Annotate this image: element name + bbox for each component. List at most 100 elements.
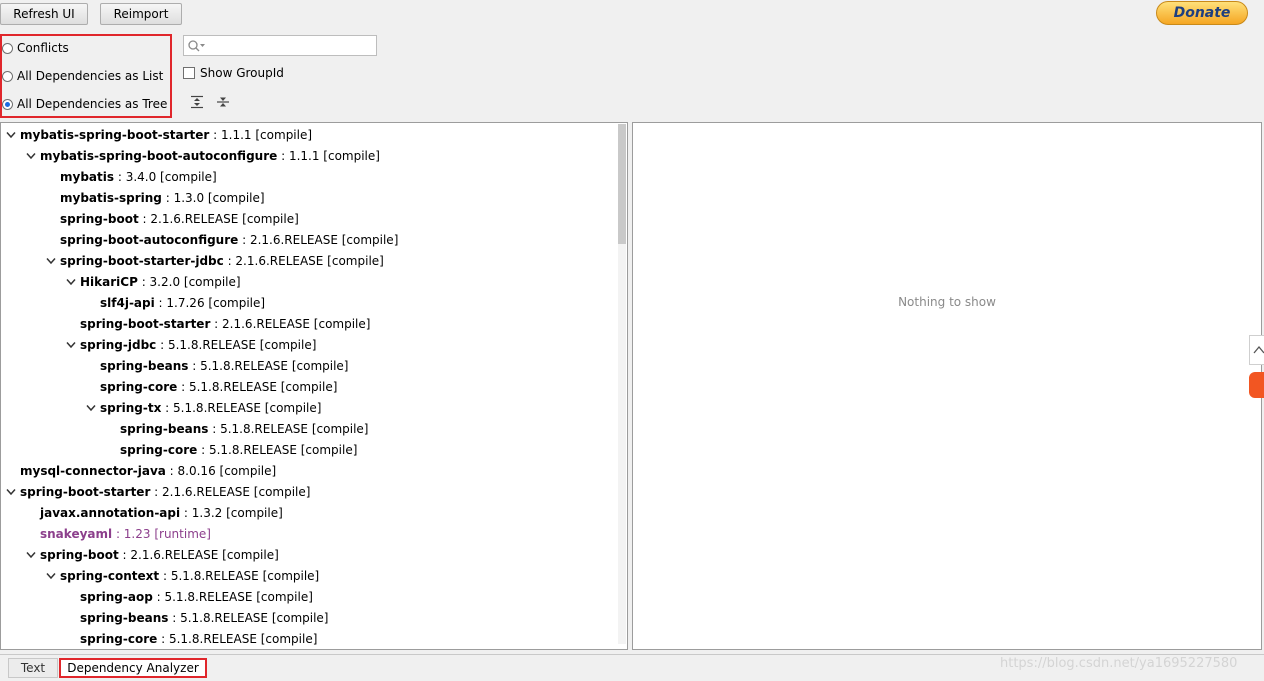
tree-node[interactable]: spring-boot : 2.1.6.RELEASE [compile] xyxy=(24,544,279,565)
artifact-version-scope: : 1.7.26 [compile] xyxy=(154,295,266,310)
artifact-version-scope: : 5.1.8.RELEASE [compile] xyxy=(156,337,317,352)
radio-all-dependencies-list[interactable]: All Dependencies as List xyxy=(2,67,163,85)
radio-button-tree[interactable] xyxy=(2,98,13,110)
artifact-name: spring-aop xyxy=(80,589,153,604)
tree-node[interactable]: spring-beans : 5.1.8.RELEASE [compile] xyxy=(64,607,328,628)
artifact-name: spring-beans xyxy=(80,610,169,625)
search-icon xyxy=(188,40,205,52)
tree-node[interactable]: snakeyaml : 1.23 [runtime] xyxy=(24,523,211,544)
tree-node[interactable]: spring-beans : 5.1.8.RELEASE [compile] xyxy=(84,355,348,376)
tree-node[interactable]: mybatis-spring : 1.3.0 [compile] xyxy=(44,187,265,208)
tree-node[interactable]: spring-boot : 2.1.6.RELEASE [compile] xyxy=(44,208,299,229)
tree-node[interactable]: spring-beans : 5.1.8.RELEASE [compile] xyxy=(104,418,368,439)
radio-label-tree: All Dependencies as Tree xyxy=(17,97,168,111)
refresh-ui-button[interactable]: Refresh UI xyxy=(0,3,88,25)
chevron-down-icon[interactable] xyxy=(24,548,38,562)
artifact-name: spring-beans xyxy=(100,358,189,373)
chevron-down-icon[interactable] xyxy=(4,485,18,499)
tree-node[interactable]: spring-jdbc : 5.1.8.RELEASE [compile] xyxy=(64,334,316,355)
show-groupid-label: Show GroupId xyxy=(200,66,284,80)
artifact-name: snakeyaml xyxy=(40,526,113,541)
tab-dependency-analyzer[interactable]: Dependency Analyzer xyxy=(59,658,207,678)
artifact-version-scope: : 2.1.6.RELEASE [compile] xyxy=(118,547,279,562)
artifact-name: spring-boot xyxy=(60,211,139,226)
artifact-version-scope: : 3.2.0 [compile] xyxy=(137,274,241,289)
tree-node[interactable]: slf4j-api : 1.7.26 [compile] xyxy=(84,292,265,313)
tree-node[interactable]: spring-boot-autoconfigure : 2.1.6.RELEAS… xyxy=(44,229,398,250)
tree-scrollbar[interactable] xyxy=(618,124,626,644)
artifact-version-scope: : 5.1.8.RELEASE [compile] xyxy=(157,631,318,646)
artifact-name: slf4j-api xyxy=(100,295,155,310)
tree-node[interactable]: mybatis : 3.4.0 [compile] xyxy=(44,166,217,187)
artifact-name: spring-boot xyxy=(40,547,119,562)
radio-conflicts[interactable]: Conflicts xyxy=(2,39,69,57)
scroll-top-widget[interactable] xyxy=(1249,335,1264,365)
collapse-all-icon[interactable] xyxy=(216,95,230,109)
tree-node[interactable]: spring-core : 5.1.8.RELEASE [compile] xyxy=(104,439,357,460)
artifact-version-scope: : 5.1.8.RELEASE [compile] xyxy=(152,589,313,604)
chevron-down-icon[interactable] xyxy=(64,275,78,289)
artifact-name: HikariCP xyxy=(80,274,138,289)
search-input[interactable] xyxy=(206,37,372,54)
chevron-down-icon[interactable] xyxy=(44,254,58,268)
artifact-version-scope: : 5.1.8.RELEASE [compile] xyxy=(208,421,369,436)
artifact-version-scope: : 3.4.0 [compile] xyxy=(114,169,217,184)
chevron-down-icon[interactable] xyxy=(44,569,58,583)
tree-scrollbar-thumb[interactable] xyxy=(618,124,626,244)
radio-label-conflicts: Conflicts xyxy=(17,41,69,55)
tree-node[interactable]: spring-boot-starter : 2.1.6.RELEASE [com… xyxy=(4,481,310,502)
tree-node[interactable]: javax.annotation-api : 1.3.2 [compile] xyxy=(24,502,283,523)
artifact-name: mybatis-spring-boot-autoconfigure xyxy=(40,148,278,163)
artifact-name: spring-context xyxy=(60,568,160,583)
dependency-tree[interactable]: mybatis-spring-boot-starter : 1.1.1 [com… xyxy=(0,122,628,650)
artifact-version-scope: : 5.1.8.RELEASE [compile] xyxy=(168,610,329,625)
chevron-down-icon[interactable] xyxy=(84,401,98,415)
radio-all-dependencies-tree[interactable]: All Dependencies as Tree xyxy=(2,95,167,113)
tree-node[interactable]: mybatis-spring-boot-autoconfigure : 1.1.… xyxy=(24,145,380,166)
radio-button-conflicts[interactable] xyxy=(2,42,13,54)
artifact-name: mybatis-spring-boot-starter xyxy=(20,127,210,142)
artifact-name: mybatis-spring xyxy=(60,190,162,205)
tab-text[interactable]: Text xyxy=(8,658,58,678)
chevron-down-icon[interactable] xyxy=(64,338,78,352)
tree-node[interactable]: HikariCP : 3.2.0 [compile] xyxy=(64,271,241,292)
show-groupid-check[interactable] xyxy=(183,67,195,79)
artifact-name: spring-jdbc xyxy=(80,337,157,352)
chevron-down-icon[interactable] xyxy=(4,128,18,142)
show-groupid-checkbox[interactable]: Show GroupId xyxy=(183,66,284,80)
artifact-version-scope: : 8.0.16 [compile] xyxy=(165,463,277,478)
tree-node[interactable]: spring-core : 5.1.8.RELEASE [compile] xyxy=(84,376,337,397)
donate-button[interactable]: Donate xyxy=(1156,1,1248,25)
chevron-down-icon[interactable] xyxy=(24,149,38,163)
artifact-name: spring-tx xyxy=(100,400,162,415)
artifact-version-scope: : 2.1.6.RELEASE [compile] xyxy=(223,253,384,268)
tree-node[interactable]: spring-boot-starter-jdbc : 2.1.6.RELEASE… xyxy=(44,250,384,271)
radio-button-list[interactable] xyxy=(2,70,13,82)
csdn-logo-icon[interactable] xyxy=(1249,372,1264,398)
reimport-button[interactable]: Reimport xyxy=(100,3,182,25)
artifact-version-scope: : 2.1.6.RELEASE [compile] xyxy=(138,211,299,226)
tree-node[interactable]: mysql-connector-java : 8.0.16 [compile] xyxy=(4,460,276,481)
tree-node[interactable]: spring-boot-starter : 2.1.6.RELEASE [com… xyxy=(64,313,370,334)
search-field[interactable] xyxy=(183,35,377,56)
tree-node[interactable]: mybatis-spring-boot-starter : 1.1.1 [com… xyxy=(4,124,312,145)
dependency-detail-panel: Nothing to show xyxy=(632,122,1262,650)
tree-node[interactable]: spring-aop : 5.1.8.RELEASE [compile] xyxy=(64,586,313,607)
artifact-version-scope: : 1.1.1 [compile] xyxy=(277,148,380,163)
tree-node[interactable]: spring-core : 5.1.8.RELEASE [compile] xyxy=(64,628,317,649)
tree-node[interactable]: spring-context : 5.1.8.RELEASE [compile] xyxy=(44,565,319,586)
tree-node[interactable]: spring-tx : 5.1.8.RELEASE [compile] xyxy=(84,397,321,418)
expand-all-icon[interactable] xyxy=(190,95,204,109)
artifact-version-scope: : 5.1.8.RELEASE [compile] xyxy=(197,442,358,457)
